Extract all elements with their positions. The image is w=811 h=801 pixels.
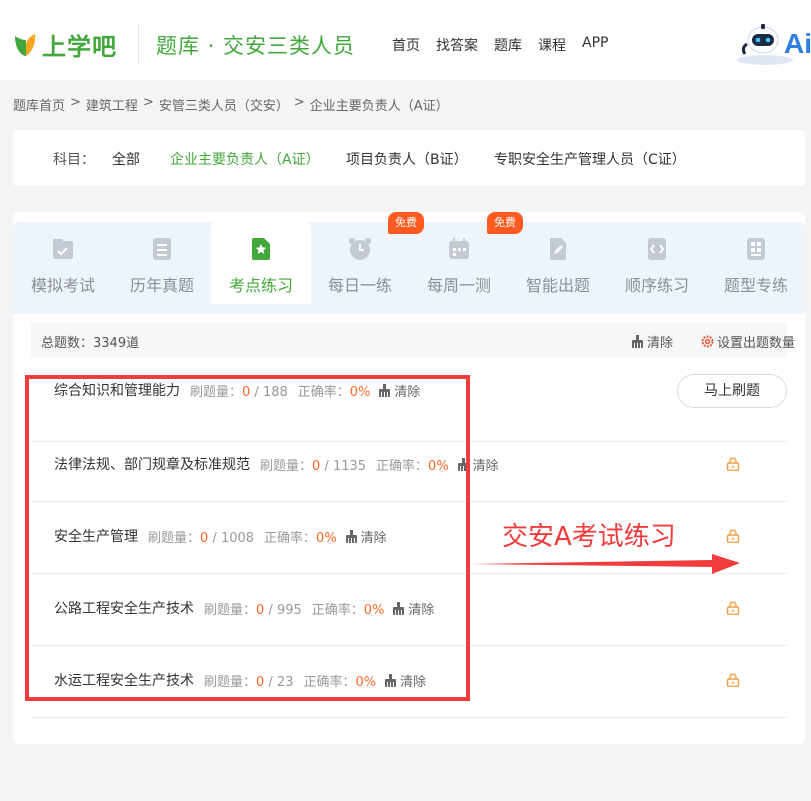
lock-icon[interactable] xyxy=(726,601,740,615)
top-nav: 首页 找答案 题库 课程 APP xyxy=(392,35,624,55)
tab-bar: 模拟考试 历年真题 考点练习 免费 每日一练 每周一测 免费 智能出题 顺序练习… xyxy=(13,212,806,314)
header: 上学吧 题库 · 交安三类人员 首页 找答案 题库 课程 APP Ai xyxy=(0,0,811,80)
breadcrumb-separator: > xyxy=(142,95,154,110)
set-question-count-button[interactable]: 设置出题数量 xyxy=(701,332,795,351)
tab-weekly-test[interactable]: 每周一测 xyxy=(409,222,509,304)
total-questions: 总题数：3349道 xyxy=(41,336,140,351)
tab-mock-exam[interactable]: 模拟考试 xyxy=(13,222,113,304)
row-clear-button[interactable]: 清除 xyxy=(345,527,387,546)
ai-label: Ai xyxy=(784,28,811,59)
grid-doc-icon xyxy=(747,238,765,260)
tab-label: 每周一测 xyxy=(426,276,491,295)
site-logo[interactable]: 上学吧 xyxy=(12,28,117,61)
clear-label: 清除 xyxy=(647,336,674,351)
lock-icon[interactable] xyxy=(726,529,740,543)
row-clear-button[interactable]: 清除 xyxy=(457,455,499,474)
broom-icon xyxy=(457,457,469,471)
subject-option-a[interactable]: 企业主要负责人（A证） xyxy=(170,149,320,169)
practice-count: 刷题量：0 / 1135 xyxy=(260,458,367,474)
accuracy-rate: 正确率：0% xyxy=(376,458,449,474)
tab-label: 题型专练 xyxy=(723,276,788,295)
annotation-label: 交安A考试练习 xyxy=(502,522,676,552)
nav-question-bank[interactable]: 题库 xyxy=(494,35,522,55)
code-doc-icon xyxy=(648,238,666,260)
start-practice-button[interactable]: 马上刷题 xyxy=(677,374,787,408)
accuracy-rate: 正确率：0% xyxy=(297,384,371,400)
row-clear-button[interactable]: 清除 xyxy=(378,381,420,400)
chapter-row: 公路工程安全生产技术 刷题量：0 / 995 正确率：0% 清除 xyxy=(31,574,787,646)
broom-icon xyxy=(379,383,391,397)
setting-label: 设置出题数量 xyxy=(717,336,796,351)
nav-find-answer[interactable]: 找答案 xyxy=(436,35,478,55)
gear-icon xyxy=(701,335,714,348)
document-icon xyxy=(153,238,171,260)
breadcrumb-separator: > xyxy=(293,95,305,110)
breadcrumb-item[interactable]: 建筑工程 xyxy=(86,95,138,114)
breadcrumb-item[interactable]: 安管三类人员（交安） xyxy=(159,95,289,114)
row-clear-button[interactable]: 清除 xyxy=(384,671,426,690)
breadcrumb: 题库首页 > 建筑工程 > 安管三类人员（交安） > 企业主要负责人（A证） xyxy=(13,95,449,114)
accuracy-rate: 正确率：0% xyxy=(311,602,385,618)
clear-all-button[interactable]: 清除 xyxy=(631,332,673,351)
tab-key-points[interactable]: 考点练习 xyxy=(211,222,311,304)
checklist-icon xyxy=(53,239,73,259)
page-title: 题库 · 交安三类人员 xyxy=(156,34,356,58)
tab-label: 模拟考试 xyxy=(30,276,95,295)
broom-icon xyxy=(393,601,405,615)
tab-smart-questions[interactable]: 免费 智能出题 xyxy=(487,212,608,304)
subject-option-b[interactable]: 项目负责人（B证） xyxy=(346,149,468,169)
tab-label: 历年真题 xyxy=(129,276,194,295)
tab-label: 每日一练 xyxy=(327,276,392,295)
nav-courses[interactable]: 课程 xyxy=(538,35,566,55)
star-doc-icon xyxy=(252,238,270,260)
chapter-name: 综合知识和管理能力 xyxy=(54,383,180,399)
alarm-clock-icon xyxy=(349,238,371,260)
calendar-icon xyxy=(449,238,469,259)
tab-daily-practice[interactable]: 免费 每日一练 xyxy=(310,212,424,304)
subject-option-c[interactable]: 专职安全生产管理人员（C证） xyxy=(494,149,686,169)
tab-sequential[interactable]: 顺序练习 xyxy=(607,222,707,304)
tab-label: 考点练习 xyxy=(228,276,293,295)
row-clear-button[interactable]: 清除 xyxy=(392,599,434,618)
logo-text: 上学吧 xyxy=(42,32,117,61)
subject-filter: 科目： 全部 企业主要负责人（A证） 项目负责人（B证） 专职安全生产管理人员（… xyxy=(13,130,805,186)
practice-count: 刷题量：0 / 23 xyxy=(204,674,294,690)
chapter-row: 水运工程安全生产技术 刷题量：0 / 23 正确率：0% 清除 xyxy=(31,646,787,718)
subject-label: 科目： xyxy=(53,152,95,168)
accuracy-rate: 正确率：0% xyxy=(303,674,377,690)
accuracy-rate: 正确率：0% xyxy=(264,530,337,546)
chapter-name: 公路工程安全生产技术 xyxy=(54,601,194,617)
lock-icon[interactable] xyxy=(726,673,740,687)
breadcrumb-item: 企业主要负责人（A证） xyxy=(309,99,449,114)
free-badge: 免费 xyxy=(487,212,523,234)
tab-past-papers[interactable]: 历年真题 xyxy=(112,222,212,304)
chapter-name: 法律法规、部门规章及标准规范 xyxy=(54,457,250,473)
tab-question-types[interactable]: 题型专练 xyxy=(706,222,806,304)
chapter-row: 法律法规、部门规章及标准规范 刷题量：0 / 1135 正确率：0% 清除 xyxy=(31,430,787,502)
leaf-logo-icon xyxy=(15,34,36,56)
tab-label: 顺序练习 xyxy=(624,276,689,295)
tab-label: 智能出题 xyxy=(525,276,590,295)
practice-count: 刷题量：0 / 995 xyxy=(204,602,302,618)
edit-doc-icon xyxy=(550,238,566,260)
practice-count: 刷题量：0 / 1008 xyxy=(148,530,255,546)
breadcrumb-separator: > xyxy=(70,95,81,110)
annotation-arrow-icon xyxy=(472,554,740,574)
chapter-name: 安全生产管理 xyxy=(54,529,138,545)
header-divider xyxy=(138,25,139,63)
practice-count: 刷题量：0 / 188 xyxy=(190,384,288,400)
broom-icon xyxy=(632,335,643,348)
broom-icon xyxy=(385,673,397,687)
breadcrumb-item[interactable]: 题库首页 xyxy=(13,95,65,114)
nav-app[interactable]: APP xyxy=(582,35,608,55)
summary-bar: 总题数：3349道 清除 设置出题数量 xyxy=(31,322,795,358)
nav-home[interactable]: 首页 xyxy=(392,35,420,55)
chapter-name: 水运工程安全生产技术 xyxy=(54,673,194,689)
subject-option-all[interactable]: 全部 xyxy=(112,149,140,169)
lock-icon[interactable] xyxy=(726,457,740,471)
ai-assistant[interactable]: Ai xyxy=(733,22,811,68)
practice-panel: 模拟考试 历年真题 考点练习 免费 每日一练 每周一测 免费 智能出题 顺序练习… xyxy=(13,212,805,744)
broom-icon xyxy=(345,529,357,543)
